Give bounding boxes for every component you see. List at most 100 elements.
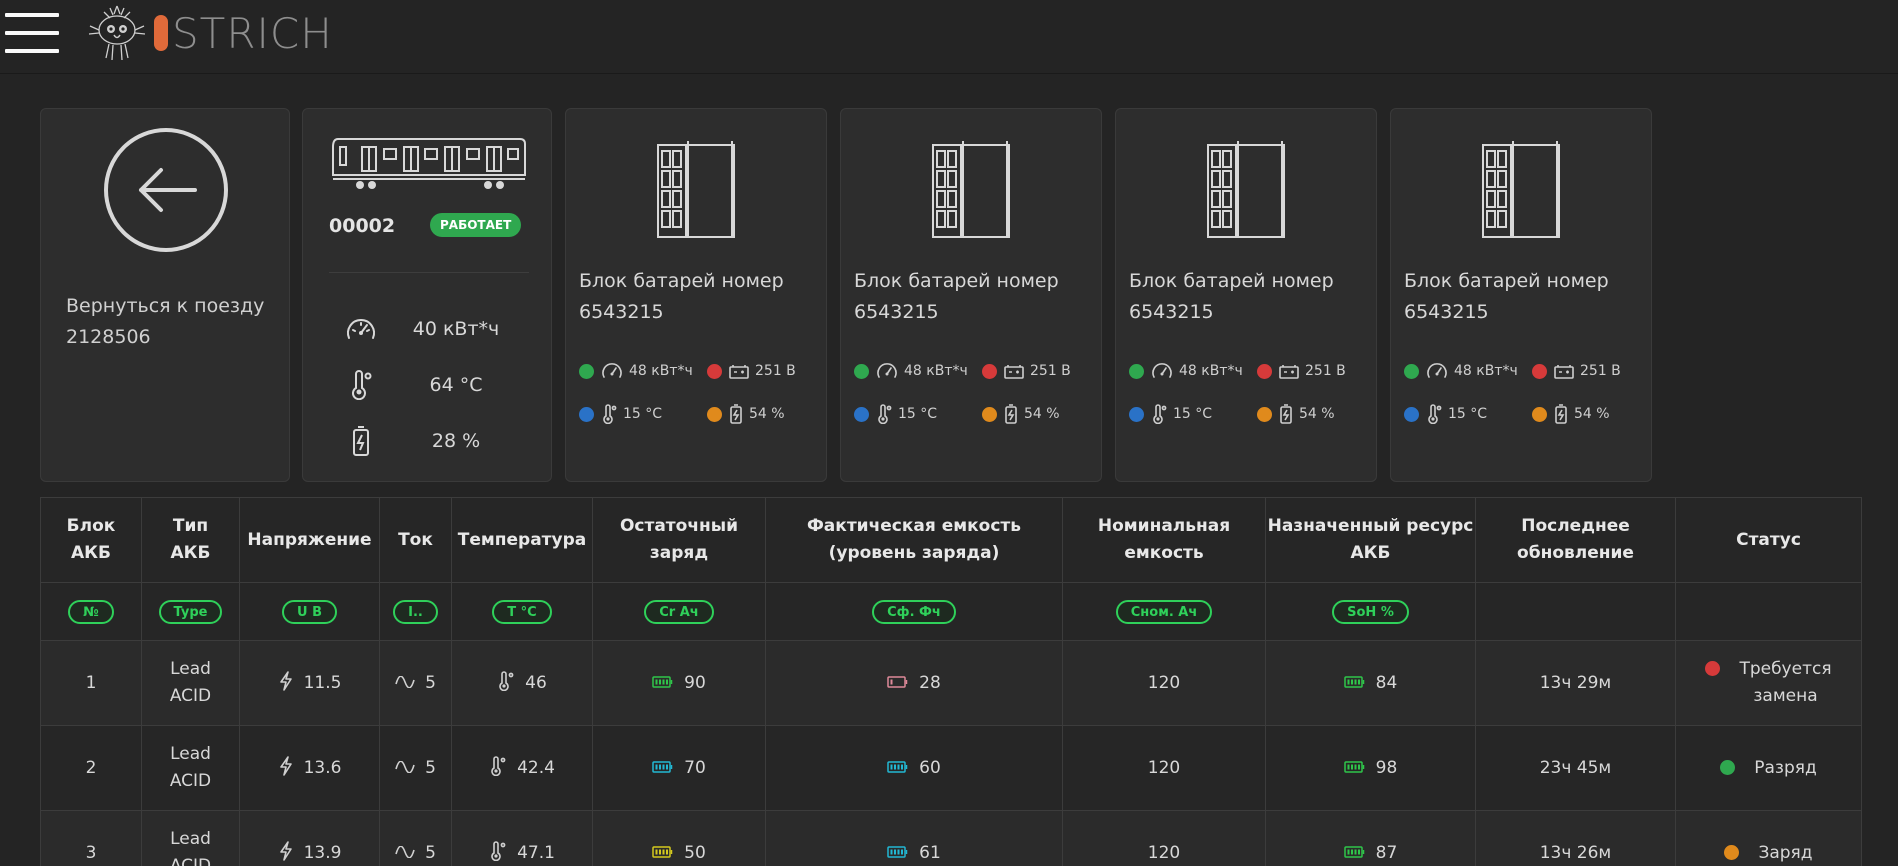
temperature-metric: 15 °C [579,404,707,424]
unit-badge[interactable]: Type [158,599,223,624]
energy-value: 48 кВт*ч [629,363,693,379]
column-header-line2: емкость [1124,543,1204,563]
energy-metric: 48 кВт*ч [1129,362,1257,380]
column-header[interactable]: Статус [1675,497,1862,583]
column-header-line2: АКБ [170,543,211,563]
back-to-train-card[interactable]: Вернуться к поезду 2128506 [40,108,290,482]
thermometer-icon [489,840,507,866]
unit-badge[interactable]: SoH % [1332,599,1409,624]
status-line1: Требуется [1739,659,1832,679]
table-row[interactable]: 1 Lead ACID 11.5 5 46 90 28 120 84 13ч 29м Требуетс… [40,640,1862,726]
temperature-metric: 15 °C [1404,404,1532,424]
voltage-value: 251 В [755,363,796,379]
battery-metrics-row-2: 15 °C 54 % [1404,403,1610,425]
battery-metrics-row-1: 48 кВт*ч 251 В [1404,360,1621,382]
train-energy-row: 40 кВт*ч [341,314,531,344]
status-dot [854,363,869,379]
last-update-value: 13ч 29м [1539,673,1612,693]
battery-level-icon [652,673,674,693]
unit-badge[interactable]: I.. [393,599,438,624]
unit-badge[interactable]: T °C [492,599,552,624]
column-header[interactable]: Фактическая емкость (уровень заряда) [765,497,1063,583]
actual-capacity-cell: 61 [765,810,1063,866]
unit-badge[interactable]: Сном. Ач [1115,599,1213,624]
column-header-line1: Ток [398,529,433,550]
unit-badge[interactable]: Cr Ач [644,599,714,624]
thermometer-icon [601,404,617,424]
column-header[interactable]: Ток [379,497,452,583]
unit-cell: SoH % [1265,582,1476,641]
status-dot [1720,759,1736,775]
battery-charging-icon [1279,404,1293,424]
battery-block-title-line1: Блок батарей номер [579,270,784,292]
menu-icon[interactable] [5,13,59,53]
type-line1: Lead [170,744,211,764]
car-battery-icon [729,363,749,379]
column-header[interactable]: Остаточный заряд [592,497,766,583]
column-header[interactable]: Назначенный ресурс АКБ [1265,497,1476,583]
column-header-line1: Тип [172,516,209,536]
column-header[interactable]: Тип АКБ [141,497,240,583]
current-value: 5 [425,758,436,778]
temperature-value: 15 °C [623,406,663,422]
type-line2: ACID [169,771,212,791]
column-header-line1: Номинальная [1097,516,1231,536]
battery-level-icon [1343,673,1366,693]
current-cell: 5 [379,725,452,811]
column-header[interactable]: Напряжение [239,497,380,583]
current-value: 5 [425,843,436,863]
soh-cell: 98 [1265,725,1476,811]
table-row[interactable]: 3 Lead ACID 13.9 5 47.1 50 61 120 87 13ч 26м Заряд [40,810,1862,866]
energy-metric: 48 кВт*ч [579,362,707,380]
battery-rack-icon [1481,139,1565,243]
unit-badge[interactable]: № [68,599,114,624]
battery-block-card[interactable]: Блок батарей номер 6543215 48 кВт*ч 251 В 15… [840,108,1102,482]
column-header[interactable]: Блок АКБ [40,497,142,583]
battery-block-card[interactable]: Блок батарей номер 6543215 48 кВт*ч 251 В 15… [565,108,827,482]
temperature-metric: 15 °C [854,404,982,424]
thermometer-icon [341,370,381,400]
status-cell: Заряд [1675,810,1862,866]
battery-metrics-row-1: 48 кВт*ч 251 В [1129,360,1346,382]
actual-capacity-cell: 60 [765,725,1063,811]
logo[interactable]: STRICH [84,0,333,66]
unit-badge[interactable]: U В [282,599,337,624]
column-header[interactable]: Температура [451,497,593,583]
voltage-value: 13.9 [303,843,342,863]
status-dot [1532,406,1547,422]
energy-metric: 48 кВт*ч [1404,362,1532,380]
nominal-capacity-cell: 120 [1062,725,1266,811]
residual-charge-value: 90 [684,673,706,693]
temperature-metric: 15 °C [1129,404,1257,424]
nominal-capacity-value: 120 [1147,758,1181,778]
column-header-line1: Назначенный ресурс [1267,516,1474,536]
block-cell: 3 [40,810,142,866]
battery-level-icon [1343,758,1366,778]
column-header[interactable]: Последнее обновление [1475,497,1676,583]
unit-badge[interactable]: Сф. Фч [872,599,956,624]
energy-metric: 48 кВт*ч [854,362,982,380]
residual-charge-value: 50 [684,843,706,863]
battery-level-icon [1343,843,1366,863]
current-value: 5 [425,673,436,693]
last-update-cell: 13ч 29м [1475,640,1676,726]
column-header-line1: Статус [1736,529,1801,550]
soh-cell: 84 [1265,640,1476,726]
temperature-cell: 46 [451,640,593,726]
battery-block-card[interactable]: Блок батарей номер 6543215 48 кВт*ч 251 В 15… [1115,108,1377,482]
column-header[interactable]: Номинальная емкость [1062,497,1266,583]
current-cell: 5 [379,810,452,866]
unit-cell: Сном. Ач [1062,582,1266,641]
last-update-value: 13ч 26м [1539,843,1612,863]
battery-block-card[interactable]: Блок батарей номер 6543215 48 кВт*ч 251 В 15… [1390,108,1652,482]
unit-cell: Сф. Фч [765,582,1063,641]
divider [329,272,529,273]
nominal-capacity-value: 120 [1147,843,1181,863]
car-battery-icon [1554,363,1574,379]
train-charge-row: 28 % [341,426,531,456]
unit-cell: № [40,582,142,641]
thermometer-icon [876,404,892,424]
charge-metric: 54 % [707,404,785,424]
back-label: Вернуться к поезду 2128506 [66,291,264,353]
table-row[interactable]: 2 Lead ACID 13.6 5 42.4 70 60 120 98 23ч 45м Разряд [40,725,1862,811]
